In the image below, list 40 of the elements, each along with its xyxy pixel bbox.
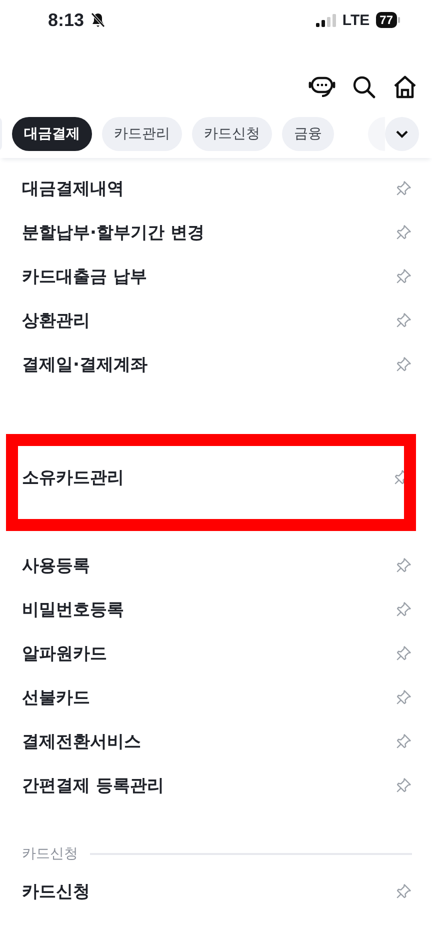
pin-icon[interactable] (395, 356, 412, 372)
menu-item[interactable]: 결제전환서비스 (22, 730, 141, 752)
category-tab[interactable]: 대금결제 (12, 117, 92, 151)
bell-off-icon (90, 12, 106, 28)
pin-icon[interactable] (395, 556, 412, 574)
chevron-down-icon (395, 129, 409, 139)
pin-icon[interactable] (395, 732, 412, 750)
pin-icon[interactable] (395, 224, 412, 240)
menu-item[interactable]: 사용등록 (22, 554, 90, 576)
chatbot-icon[interactable] (308, 75, 336, 99)
battery-indicator: 77 (376, 12, 400, 28)
menu-item[interactable]: 카드신청 (22, 880, 90, 902)
menu-item[interactable]: 카드대출금 납부 (22, 264, 147, 288)
menu-item[interactable]: 선불카드 (22, 686, 90, 708)
signal-icon (316, 14, 336, 26)
menu-item[interactable]: 상환관리 (22, 308, 90, 332)
home-icon[interactable] (392, 75, 418, 99)
section-header: 카드신청 (22, 845, 78, 863)
category-tab[interactable]: 카드관리 (102, 117, 182, 151)
pin-icon[interactable] (395, 312, 412, 328)
menu-item[interactable]: 간편결제 등록관리 (22, 774, 164, 796)
pin-icon[interactable] (395, 600, 412, 618)
menu-item[interactable]: 대금결제내역 (22, 176, 124, 200)
pin-icon[interactable] (395, 882, 412, 900)
menu-item[interactable]: 비밀번호등록 (22, 598, 124, 620)
pin-icon[interactable] (395, 180, 412, 196)
category-tab[interactable]: 카드신청 (192, 117, 272, 151)
menu-item[interactable]: 소유카드관리 (22, 466, 124, 488)
search-icon[interactable] (352, 75, 376, 99)
network-type: LTE (342, 12, 370, 28)
category-tab[interactable]: 금융 (282, 117, 334, 151)
menu-item[interactable]: 분할납부·할부기간 변경 (22, 220, 204, 244)
expand-button[interactable] (385, 117, 419, 151)
menu-item[interactable]: 알파원카드 (22, 642, 107, 664)
pin-icon[interactable] (395, 776, 412, 794)
pin-icon[interactable] (395, 688, 412, 706)
pin-icon[interactable] (395, 268, 412, 284)
menu-item[interactable]: 결제일·결제계좌 (22, 352, 148, 376)
status-time: 8:13 (48, 10, 84, 30)
pin-icon[interactable] (395, 644, 412, 662)
